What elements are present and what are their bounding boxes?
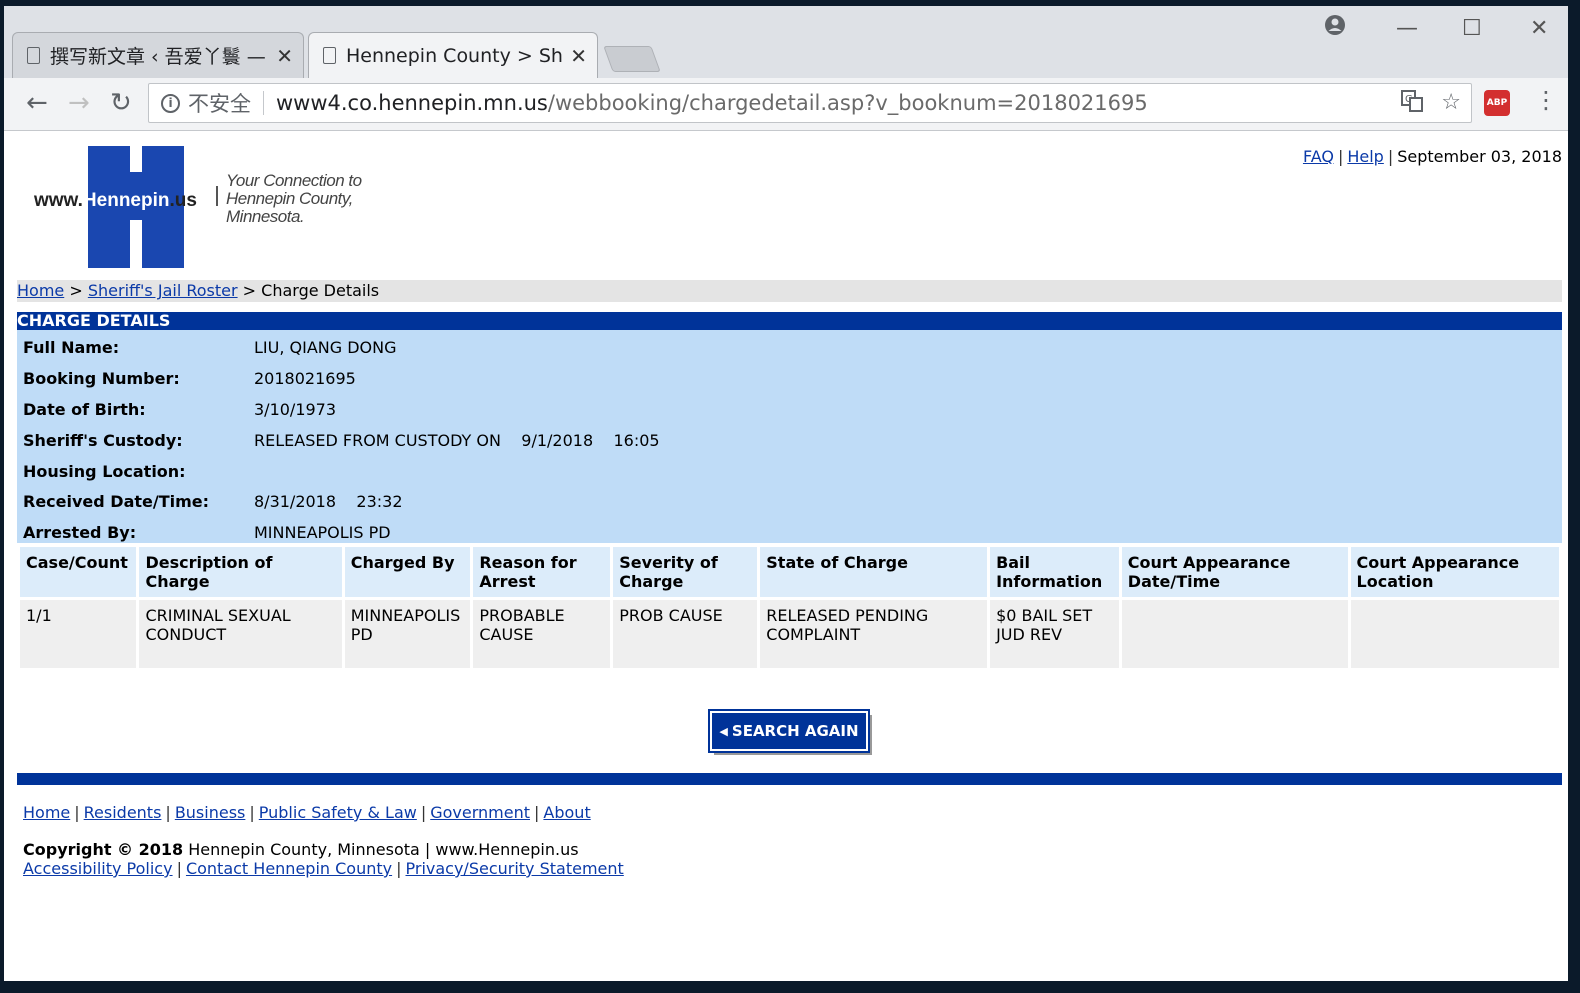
detail-value: MINNEAPOLIS PD: [254, 523, 391, 542]
current-date: September 03, 2018: [1397, 147, 1562, 166]
detail-label: Housing Location:: [23, 462, 186, 481]
charge-details-panel: Full Name: LIU, QIANG DONG Booking Numbe…: [17, 330, 1562, 543]
footer-link-public-safety[interactable]: Public Safety & Law: [259, 803, 417, 822]
charges-table: Case/Count Description of Charge Charged…: [17, 544, 1562, 671]
translate-icon[interactable]: G: [1401, 90, 1424, 118]
browser-toolbar: ← → ↻ i 不安全 www4.co.hennepin.mn.us/webbo…: [4, 78, 1568, 131]
table-header-row: Case/Count Description of Charge Charged…: [20, 547, 1559, 597]
info-icon[interactable]: i: [161, 93, 180, 113]
search-again-button[interactable]: ◀ SEARCH AGAIN: [708, 709, 870, 753]
column-header: Case/Count: [20, 547, 137, 597]
help-link[interactable]: Help: [1347, 147, 1383, 166]
url-path: /webbooking/chargedetail.asp?v_booknum=2…: [547, 91, 1148, 115]
copyright-label: Copyright © 2018: [23, 840, 184, 859]
table-cell: MINNEAPOLIS PD: [344, 600, 471, 668]
detail-label: Arrested By:: [23, 523, 137, 542]
footer-link-about[interactable]: About: [543, 803, 590, 822]
page-content: www.Hennepin.us Your Connection to Henne…: [4, 131, 1568, 981]
footer-nav: Home | Residents | Business | Public Safety & …: [23, 803, 591, 822]
breadcrumb: Home > Sheriff's Jail Roster > Charge De…: [17, 280, 1562, 302]
hennepin-logo[interactable]: www.Hennepin.us Your Connection to Henne…: [32, 146, 372, 271]
copyright-text: Hennepin County, Minnesota | www.Hennepi…: [188, 840, 579, 859]
security-label[interactable]: 不安全: [188, 88, 251, 118]
column-header: Bail Information: [990, 547, 1119, 597]
table-cell: [1350, 600, 1559, 668]
detail-label: Sheriff's Custody:: [23, 431, 183, 450]
star-icon[interactable]: ☆: [1441, 90, 1461, 118]
copyright-block: Copyright © 2018 Hennepin County, Minnes…: [23, 840, 624, 878]
detail-value: LIU, QIANG DONG: [254, 338, 397, 357]
arrow-left-icon[interactable]: ←: [26, 88, 48, 118]
table-cell: CRIMINAL SEXUAL CONDUCT: [139, 600, 342, 668]
column-header: Court Appearance Location: [1350, 547, 1559, 597]
privacy-link[interactable]: Privacy/Security Statement: [406, 859, 624, 878]
breadcrumb-home[interactable]: Home: [17, 281, 64, 300]
detail-label: Full Name:: [23, 338, 120, 357]
reload-icon[interactable]: ↻: [110, 88, 132, 118]
detail-label: Received Date/Time:: [23, 492, 210, 511]
window-close-icon[interactable]: ✕: [1530, 16, 1548, 41]
column-header: Description of Charge: [139, 547, 342, 597]
breadcrumb-current: Charge Details: [261, 281, 380, 300]
arrow-right-icon[interactable]: →: [68, 88, 90, 118]
top-links: FAQ | Help | September 03, 2018: [1302, 147, 1562, 166]
breadcrumb-separator: >: [242, 281, 257, 300]
footer-link-business[interactable]: Business: [175, 803, 246, 822]
tab-strip: 撰写新文章 ‹ 吾爱丫鬟 — ✕ Hennepin County > She ✕…: [4, 6, 1568, 78]
detail-value: 8/31/2018 23:32: [254, 492, 403, 511]
minimize-icon[interactable]: —: [1396, 16, 1418, 41]
contact-link[interactable]: Contact Hennepin County: [186, 859, 392, 878]
column-header: Reason for Arrest: [473, 547, 611, 597]
url-host: www4.co.hennepin.mn.us: [276, 91, 548, 115]
footer-link-residents[interactable]: Residents: [84, 803, 162, 822]
column-header: Charged By: [344, 547, 471, 597]
column-header: Court Appearance Date/Time: [1121, 547, 1348, 597]
detail-label: Booking Number:: [23, 369, 180, 388]
tab-title: 撰写新文章 ‹ 吾爱丫鬟 —: [50, 46, 266, 68]
footer-link-home[interactable]: Home: [23, 803, 70, 822]
tab-article[interactable]: 撰写新文章 ‹ 吾爱丫鬟 — ✕: [12, 32, 304, 78]
address-bar[interactable]: i 不安全 www4.co.hennepin.mn.us/webbooking/…: [148, 83, 1472, 123]
kebab-icon[interactable]: ⋮: [1534, 86, 1558, 114]
footer-divider: [17, 773, 1562, 785]
column-header: State of Charge: [760, 547, 988, 597]
accessibility-link[interactable]: Accessibility Policy: [23, 859, 173, 878]
caret-left-icon: ◀: [719, 724, 728, 738]
search-again-label: SEARCH AGAIN: [731, 722, 859, 740]
detail-label: Date of Birth:: [23, 400, 146, 419]
table-cell: [1121, 600, 1348, 668]
browser-window: 撰写新文章 ‹ 吾爱丫鬟 — ✕ Hennepin County > She ✕…: [4, 6, 1568, 981]
adblock-icon[interactable]: ABP: [1484, 90, 1510, 116]
table-row: 1/1 CRIMINAL SEXUAL CONDUCT MINNEAPOLIS …: [20, 600, 1559, 668]
breadcrumb-separator: >: [69, 281, 83, 300]
tab-title: Hennepin County > She: [346, 44, 565, 67]
maximize-icon[interactable]: ☐: [1462, 16, 1482, 41]
table-cell: RELEASED PENDING COMPLAINT: [760, 600, 988, 668]
document-icon: [27, 47, 40, 64]
footer-link-government[interactable]: Government: [430, 803, 530, 822]
detail-value: 2018021695: [254, 369, 356, 388]
breadcrumb-roster[interactable]: Sheriff's Jail Roster: [88, 281, 238, 300]
new-tab-button[interactable]: [603, 46, 661, 72]
detail-value: 3/10/1973: [254, 400, 337, 419]
close-icon[interactable]: ✕: [570, 44, 587, 68]
divider: [263, 91, 264, 115]
document-icon: [323, 47, 336, 64]
column-header: Severity of Charge: [613, 547, 758, 597]
logo-tagline: Your Connection to Hennepin County, Minn…: [226, 171, 362, 226]
tab-hennepin[interactable]: Hennepin County > She ✕: [308, 32, 598, 78]
account-icon[interactable]: [1324, 14, 1346, 42]
table-cell: $0 BAIL SET JUD REV: [990, 600, 1119, 668]
faq-link[interactable]: FAQ: [1303, 147, 1334, 166]
section-title: CHARGE DETAILS: [17, 312, 1562, 330]
close-icon[interactable]: ✕: [276, 44, 293, 68]
table-cell: 1/1: [20, 600, 137, 668]
table-cell: PROBABLE CAUSE: [473, 600, 611, 668]
logo-text: www.Hennepin.us: [34, 190, 197, 211]
table-cell: PROB CAUSE: [613, 600, 758, 668]
detail-value: RELEASED FROM CUSTODY ON 9/1/2018 16:05: [254, 431, 660, 450]
